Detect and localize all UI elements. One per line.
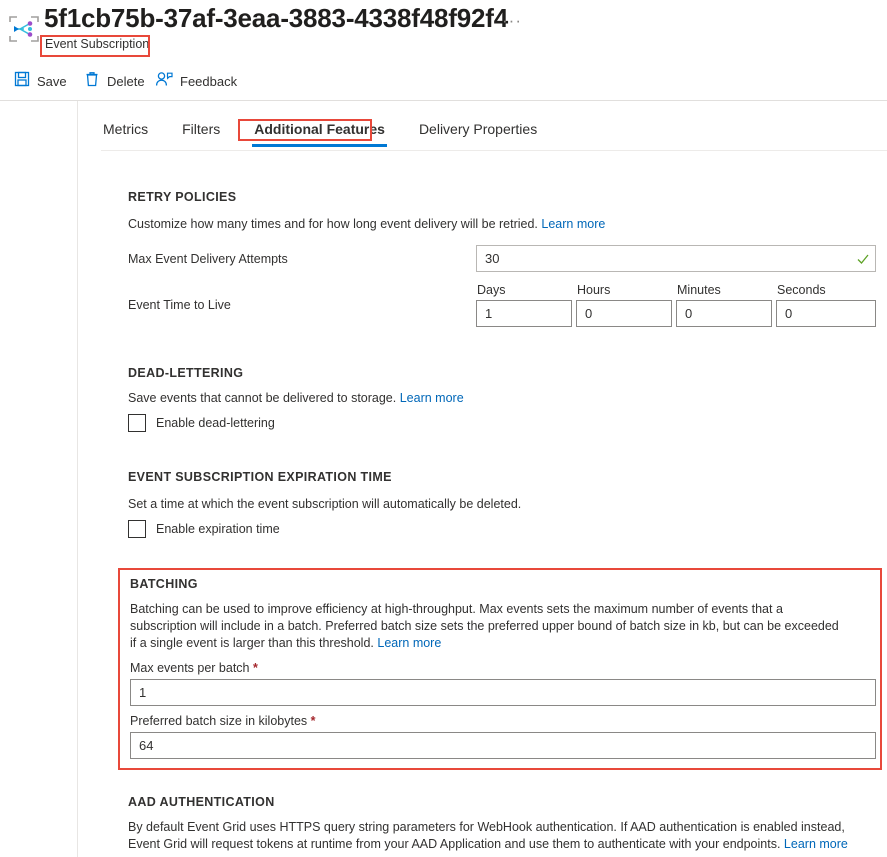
section-heading-dead-lettering: DEAD-LETTERING [128,366,244,380]
checkbox-box-icon [128,414,146,432]
section-heading-aad-authentication: AAD AUTHENTICATION [128,795,275,809]
enable-expiration-time-label: Enable expiration time [156,522,280,536]
batching-learn-more-link[interactable]: Learn more [377,636,441,650]
batching-description: Batching can be used to improve efficien… [130,601,846,652]
enable-expiration-time-checkbox[interactable]: Enable expiration time [128,520,280,538]
max-events-per-batch-label: Max events per batch * [130,661,258,675]
ttl-seconds-input[interactable]: 0 [776,300,876,327]
ttl-minutes-label: Minutes [677,283,721,297]
section-heading-retry-policies: RETRY POLICIES [128,190,237,204]
enable-dead-lettering-checkbox[interactable]: Enable dead-lettering [128,414,275,432]
aad-learn-more-link[interactable]: Learn more [784,837,848,851]
max-attempts-label: Max Event Delivery Attempts [128,252,288,266]
preferred-batch-size-label: Preferred batch size in kilobytes * [130,714,316,728]
validation-check-icon [856,252,870,266]
batching-description-text: Batching can be used to improve efficien… [130,602,839,650]
max-event-delivery-attempts-input[interactable]: 30 [476,245,876,272]
ttl-minutes-input[interactable]: 0 [676,300,772,327]
aad-description: By default Event Grid uses HTTPS query s… [128,819,876,853]
settings-content: RETRY POLICIES Customize how many times … [0,0,887,857]
preferred-batch-size-input[interactable]: 64 [130,732,876,759]
ttl-days-label: Days [477,283,506,297]
required-marker: * [253,661,258,675]
retry-policies-learn-more-link[interactable]: Learn more [541,217,605,231]
ttl-hours-input[interactable]: 0 [576,300,672,327]
enable-dead-lettering-label: Enable dead-lettering [156,416,275,430]
preferred-batch-size-label-text: Preferred batch size in kilobytes [130,714,308,728]
ttl-hours-label: Hours [577,283,611,297]
checkbox-box-icon [128,520,146,538]
aad-description-text: By default Event Grid uses HTTPS query s… [128,820,845,851]
dead-lettering-learn-more-link[interactable]: Learn more [400,391,464,405]
required-marker: * [310,714,316,728]
dead-lettering-description-text: Save events that cannot be delivered to … [128,391,397,405]
ttl-days-input[interactable]: 1 [476,300,572,327]
section-heading-expiration-time: EVENT SUBSCRIPTION EXPIRATION TIME [128,470,392,484]
section-heading-batching: BATCHING [130,577,198,591]
dead-lettering-description: Save events that cannot be delivered to … [128,390,828,407]
event-subscription-page: 5f1cb75b-37af-3eaa-3883-4338f48f92f4 ···… [0,0,887,857]
ttl-seconds-label: Seconds [777,283,826,297]
expiration-description: Set a time at which the event subscripti… [128,497,522,511]
max-events-per-batch-label-text: Max events per batch [130,661,250,675]
retry-policies-description-text: Customize how many times and for how lon… [128,217,538,231]
event-ttl-label: Event Time to Live [128,298,231,312]
retry-policies-description: Customize how many times and for how lon… [128,216,828,233]
max-events-per-batch-input[interactable]: 1 [130,679,876,706]
